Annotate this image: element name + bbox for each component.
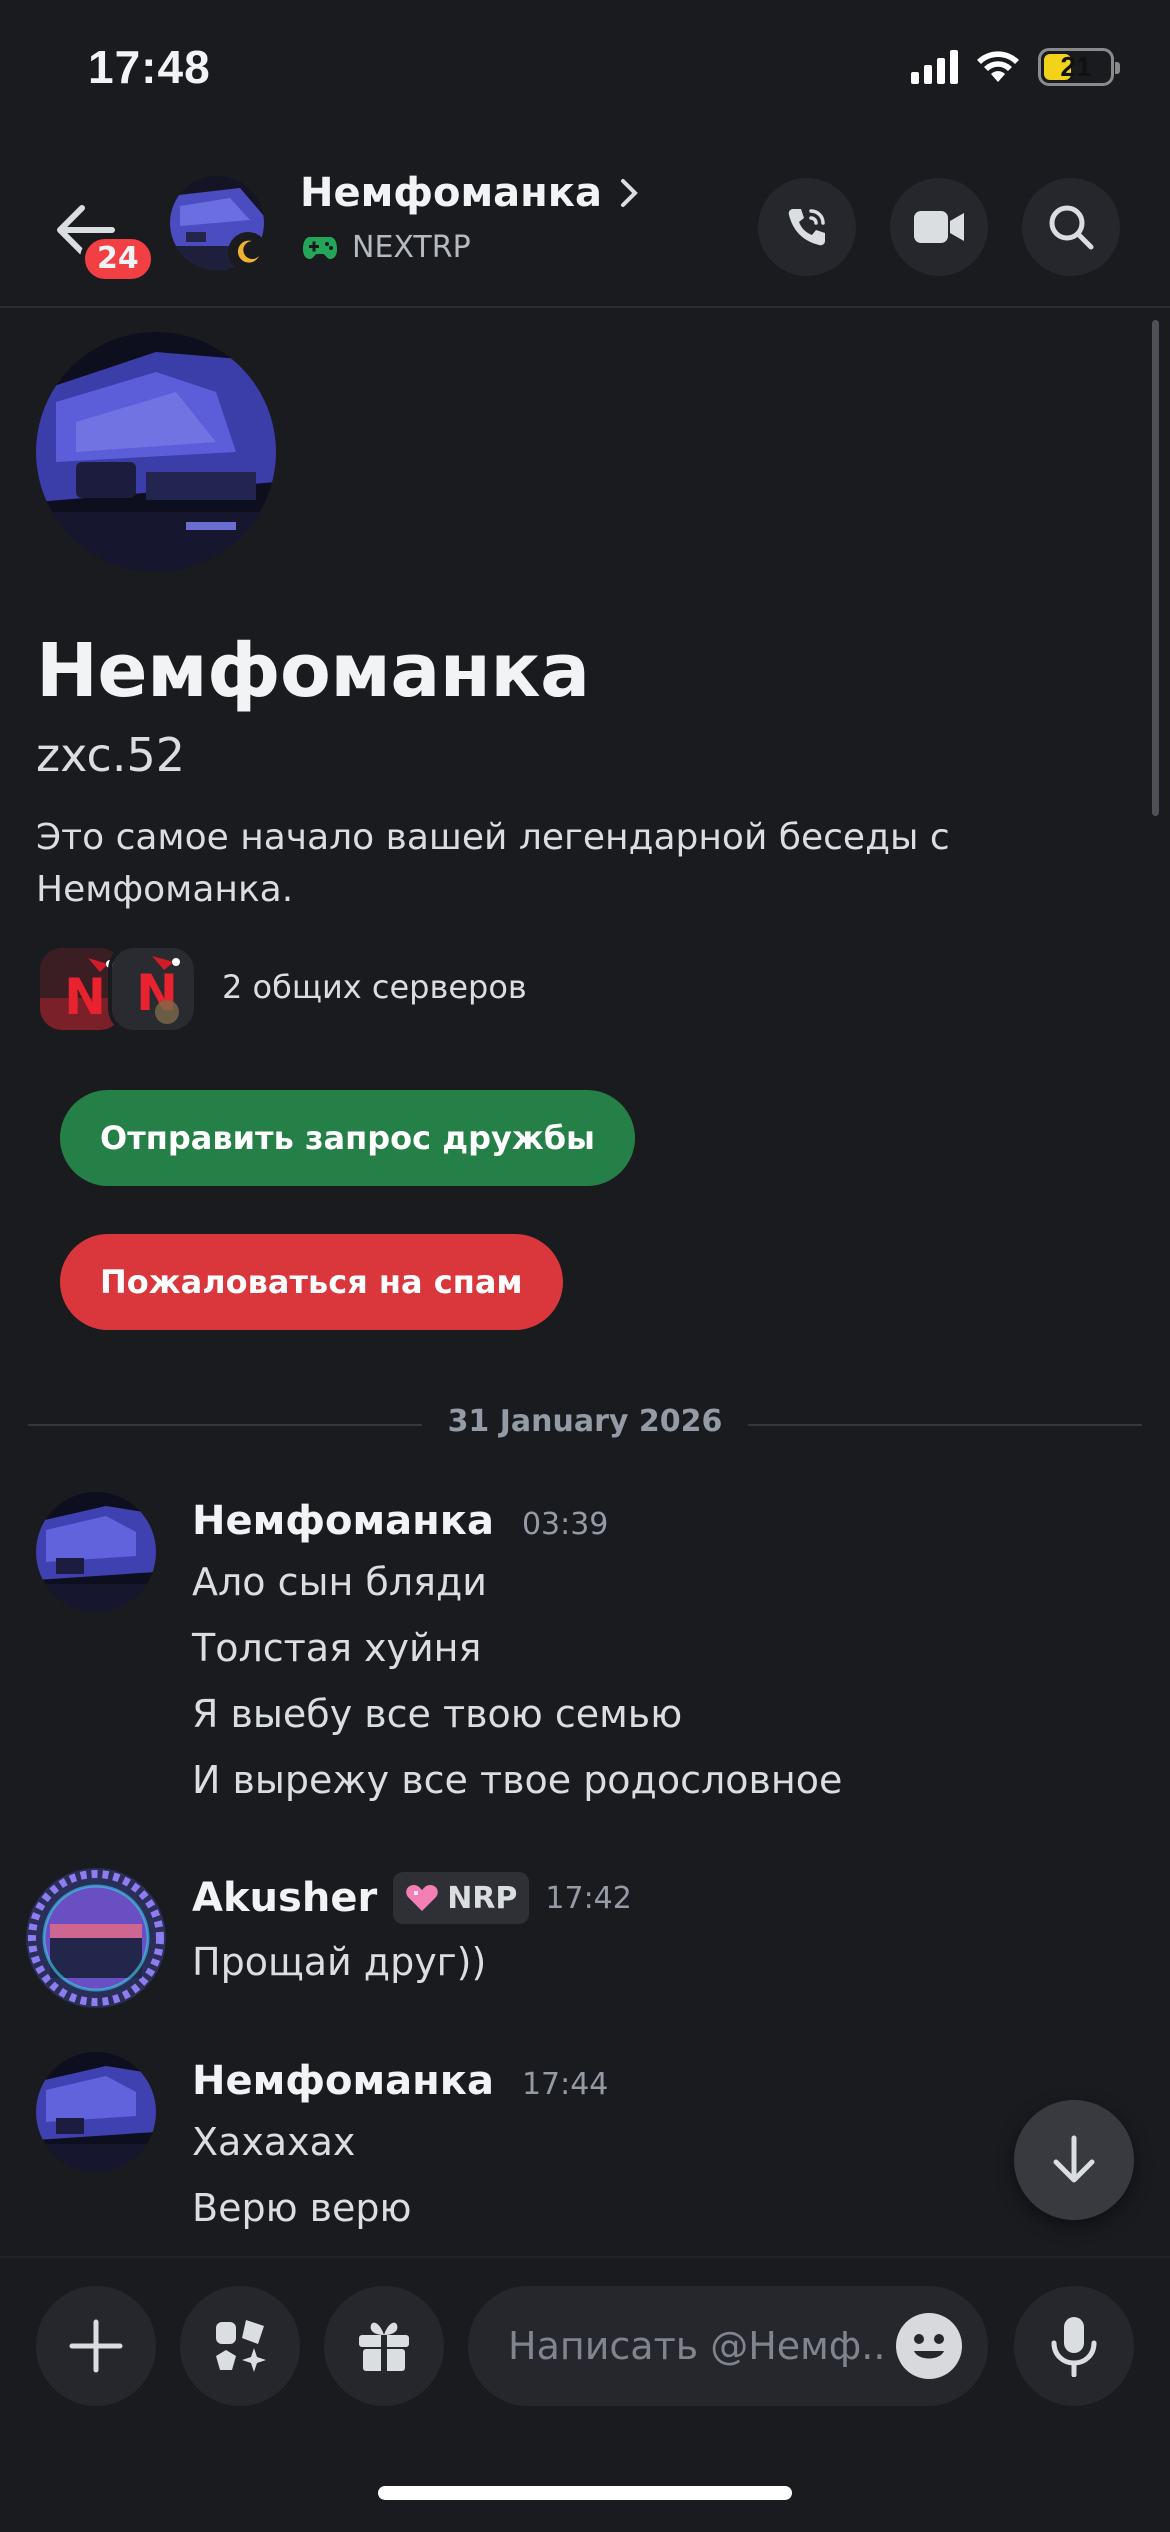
message-author[interactable]: Немфоманка: [192, 1498, 494, 1544]
message-text[interactable]: Я выебу все твою семью: [192, 1692, 682, 1736]
heart-icon: [406, 1885, 438, 1911]
search-icon: [1049, 205, 1094, 250]
battery-icon: 21: [1038, 48, 1120, 86]
gift-icon: [359, 2322, 409, 2371]
plus-icon: [69, 2319, 123, 2373]
message-author[interactable]: Немфоманка: [192, 2058, 494, 2104]
voice-message-button[interactable]: [1014, 2286, 1134, 2406]
scrollbar[interactable]: [1152, 320, 1159, 816]
profile-avatar[interactable]: [36, 332, 276, 572]
apps-button[interactable]: [180, 2286, 300, 2406]
activity-text: NEXTRP: [352, 230, 471, 265]
video-call-button[interactable]: [890, 178, 988, 276]
server-icon: N: [108, 944, 198, 1034]
search-button[interactable]: [1022, 178, 1120, 276]
add-friend-button[interactable]: Отправить запрос дружбы: [60, 1090, 635, 1186]
chat-title-text: Немфоманка: [300, 170, 602, 216]
profile-username: zxc.52: [36, 728, 186, 782]
profile-display-name: Немфоманка: [36, 628, 590, 714]
emoji-icon[interactable]: [896, 2313, 962, 2379]
message-timestamp: 17:44: [521, 2067, 609, 2102]
chat-header: 24 Немфоманка NEXTRP: [0, 160, 1170, 308]
mutual-servers-count[interactable]: 2 общих серверов: [222, 968, 527, 1006]
microphone-icon: [1051, 2317, 1097, 2377]
jump-to-latest-button[interactable]: [1014, 2100, 1134, 2220]
idle-status-icon: [228, 232, 268, 272]
gift-button[interactable]: [324, 2286, 444, 2406]
arrow-down-icon: [1053, 2135, 1095, 2183]
message-text[interactable]: Хахахах: [192, 2120, 355, 2164]
gamepad-icon: [303, 236, 337, 259]
phone-call-icon: [788, 209, 825, 246]
message-header: Немфоманка 17:44: [192, 2058, 608, 2104]
message-header: Akusher NRP 17:42: [192, 1872, 632, 1924]
attach-button[interactable]: [36, 2286, 156, 2406]
message-author[interactable]: Akusher: [192, 1875, 377, 1921]
battery-level: 21: [1060, 51, 1092, 82]
status-indicators: 21: [911, 48, 1120, 86]
status-time: 17:48: [88, 41, 211, 93]
server-tag[interactable]: NRP: [393, 1872, 530, 1924]
video-camera-icon: [914, 211, 964, 243]
avatar[interactable]: [26, 1868, 166, 2008]
message-header: Немфоманка 03:39: [192, 1498, 608, 1544]
message-input[interactable]: Написать @Немф..: [468, 2286, 988, 2406]
message-timestamp: 17:42: [545, 1880, 632, 1916]
message-text[interactable]: Толстая хуйня: [192, 1626, 481, 1670]
cellular-signal-icon: [911, 50, 958, 84]
avatar[interactable]: [36, 1492, 156, 1612]
voice-call-button[interactable]: [758, 178, 856, 276]
apps-icon: [216, 2320, 266, 2372]
activity-status: NEXTRP: [302, 230, 471, 265]
server-tag-text: NRP: [447, 1880, 518, 1916]
unread-badge: 24: [80, 234, 156, 284]
chevron-right-icon: [620, 179, 638, 207]
svg-text:N: N: [64, 968, 106, 1026]
message-text[interactable]: И вырежу все твое родословное: [192, 1758, 842, 1802]
message-text[interactable]: Ало сын бляди: [192, 1560, 487, 1604]
report-spam-button[interactable]: Пожаловаться на спам: [60, 1234, 563, 1330]
message-text[interactable]: Верю верю: [192, 2186, 412, 2230]
message-input-placeholder: Написать @Немф..: [508, 2324, 886, 2368]
date-divider: 31 January 2026: [0, 1404, 1170, 1439]
message-text[interactable]: Прощай друг)): [192, 1940, 486, 1984]
wifi-icon: [977, 51, 1019, 82]
message-timestamp: 03:39: [521, 1507, 609, 1542]
chat-title[interactable]: Немфоманка: [300, 170, 638, 216]
date-divider-text: 31 January 2026: [421, 1404, 749, 1439]
conversation-intro-text: Это самое начало вашей легендарной бесед…: [36, 817, 950, 910]
home-indicator[interactable]: [378, 2486, 792, 2500]
mutual-servers-icons[interactable]: N N: [36, 944, 206, 1034]
avatar[interactable]: [36, 2052, 156, 2172]
